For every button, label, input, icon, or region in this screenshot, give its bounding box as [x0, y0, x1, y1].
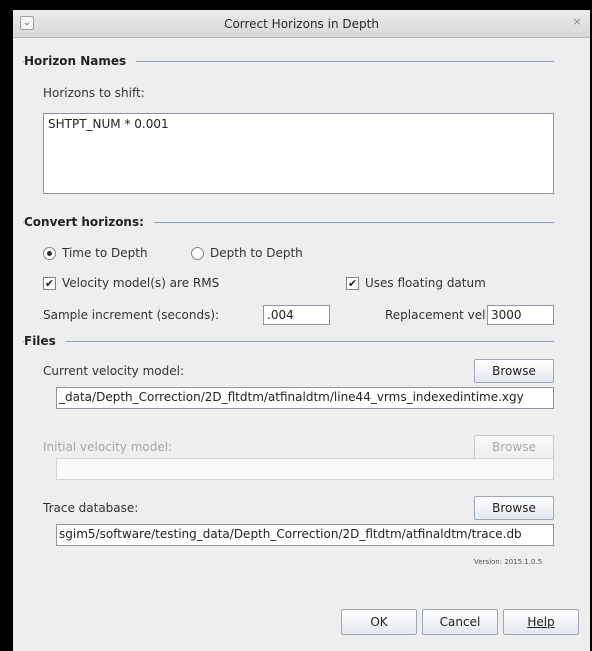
- convert-horizons-heading: Convert horizons:: [24, 215, 154, 229]
- radio-depth-to-depth[interactable]: [191, 247, 204, 260]
- radio-selected-dot: [47, 251, 52, 256]
- velocity-rms-checkbox[interactable]: ✔: [43, 277, 56, 290]
- current-velocity-input[interactable]: _data/Depth_Correction/2D_fltdtm/atfinal…: [56, 387, 554, 409]
- horizons-to-shift-textarea[interactable]: SHTPT_NUM * 0.001: [43, 113, 554, 194]
- browse-initial-button[interactable]: Browse: [474, 435, 554, 459]
- ok-button[interactable]: OK: [341, 609, 417, 635]
- replacement-vel-input[interactable]: 3000: [487, 305, 554, 325]
- dialog-window: ⌄ Correct Horizons in Depth × Horizon Na…: [13, 10, 590, 651]
- version-label: Version: 2015.1.0.5: [474, 558, 543, 566]
- replacement-vel-label: Replacement vel:: [385, 308, 490, 322]
- files-heading: Files: [24, 334, 66, 348]
- radio-depth-to-depth-label[interactable]: Depth to Depth: [210, 246, 303, 260]
- floating-datum-label[interactable]: Uses floating datum: [365, 276, 486, 290]
- help-button[interactable]: Help: [503, 609, 579, 635]
- initial-velocity-label: Initial velocity model:: [43, 440, 173, 454]
- velocity-rms-label[interactable]: Velocity model(s) are RMS: [62, 276, 219, 290]
- browse-current-button[interactable]: Browse: [474, 359, 554, 383]
- radio-time-to-depth[interactable]: [43, 247, 56, 260]
- floating-datum-checkbox[interactable]: ✔: [346, 277, 359, 290]
- title-bar[interactable]: ⌄ Correct Horizons in Depth ×: [13, 10, 590, 38]
- current-velocity-label: Current velocity model:: [43, 364, 185, 378]
- initial-velocity-input[interactable]: [56, 458, 554, 480]
- trace-database-label: Trace database:: [43, 501, 139, 515]
- sample-increment-input[interactable]: .004: [263, 305, 330, 325]
- cancel-button[interactable]: Cancel: [422, 609, 498, 635]
- trace-database-input[interactable]: sgim5/software/testing_data/Depth_Correc…: [56, 524, 554, 546]
- close-icon[interactable]: ×: [570, 15, 584, 29]
- horizons-to-shift-label: Horizons to shift:: [43, 86, 145, 100]
- dialog-title: Correct Horizons in Depth: [224, 17, 379, 31]
- files-separator: [23, 341, 554, 342]
- browse-trace-button[interactable]: Browse: [474, 496, 554, 520]
- radio-time-to-depth-label[interactable]: Time to Depth: [62, 246, 148, 260]
- help-button-label: Help: [527, 615, 555, 629]
- sample-increment-label: Sample increment (seconds):: [43, 308, 220, 322]
- horizon-names-heading: Horizon Names: [24, 54, 137, 68]
